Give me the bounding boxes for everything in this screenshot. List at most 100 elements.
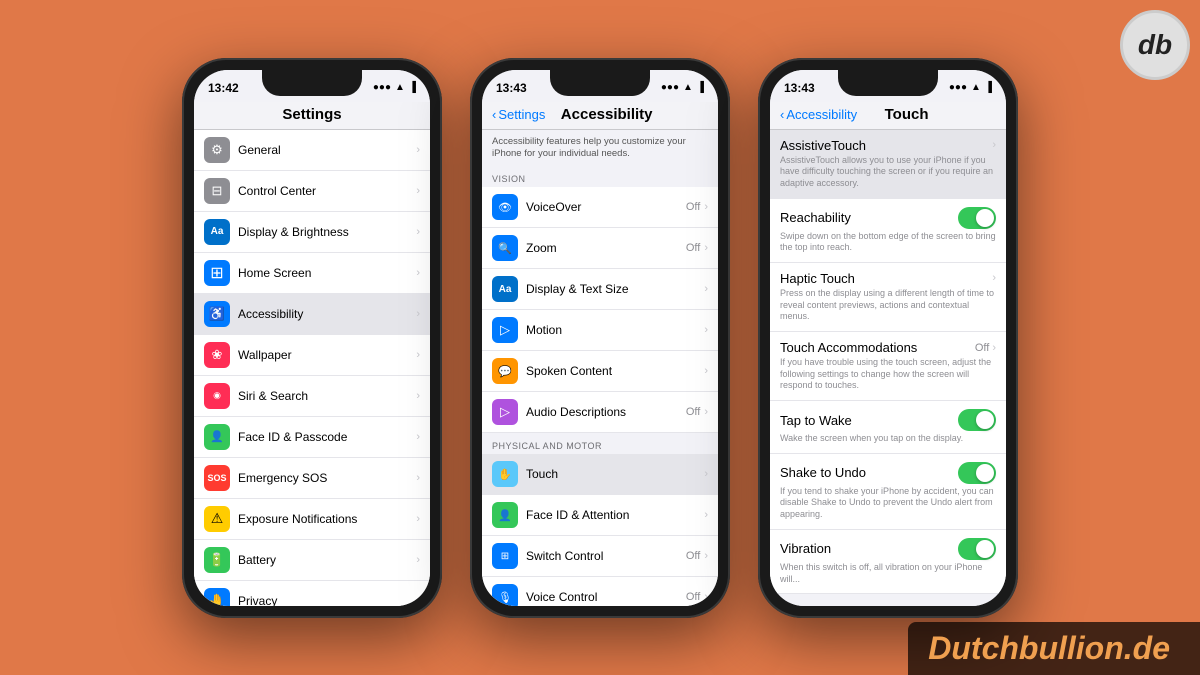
list-item[interactable]: ⊟ Control Center ›	[194, 171, 430, 212]
list-item-accessibility[interactable]: ♿ Accessibility ›	[194, 294, 430, 335]
list-item[interactable]: 🤚 Privacy ›	[194, 581, 430, 606]
list-item[interactable]: ◉ Siri & Search ›	[194, 376, 430, 417]
phone-3: 13:43 ●●● ▲ ▐ ‹ Accessibility Touch A	[758, 58, 1018, 618]
content-2[interactable]: Accessibility features help you customiz…	[482, 130, 718, 606]
item-label: Face ID & Attention	[526, 508, 704, 522]
list-item[interactable]: Aa Display & Text Size ›	[482, 269, 718, 310]
back-button-2[interactable]: ‹ Settings	[492, 107, 545, 122]
item-label: Voice Control	[526, 590, 686, 604]
list-item[interactable]: 👤 Face ID & Attention ›	[482, 495, 718, 536]
exposure-icon: ⚠	[204, 506, 230, 532]
assistivetouch-label: AssistiveTouch	[780, 138, 866, 153]
phones-container: 13:42 ●●● ▲ ▐ Settings ⚙ General › ⊟ Co	[162, 38, 1038, 638]
status-icons-3: ●●● ▲ ▐	[949, 82, 992, 93]
notch-1	[262, 70, 362, 96]
list-item[interactable]: 👤 Face ID & Passcode ›	[194, 417, 430, 458]
watermark-text: Dutchbullion.de	[928, 630, 1170, 666]
touchaccom-item[interactable]: Touch Accommodations Off › If you have t…	[770, 332, 1006, 401]
vibration-toggle[interactable]	[958, 538, 996, 560]
shaketoundo-label: Shake to Undo	[780, 465, 866, 480]
list-item[interactable]: 🔍 Zoom Off ›	[482, 228, 718, 269]
battery-icon: ▐	[409, 82, 416, 93]
content-3[interactable]: AssistiveTouch › AssistiveTouch allows y…	[770, 130, 1006, 606]
nav-title-1: Settings	[282, 106, 341, 123]
content-1[interactable]: ⚙ General › ⊟ Control Center › Aa Displa…	[194, 130, 430, 606]
list-item[interactable]: ⚠ Exposure Notifications ›	[194, 499, 430, 540]
item-value: Off	[686, 406, 700, 418]
chevron-icon: ›	[416, 308, 420, 320]
chevron-icon: ›	[416, 349, 420, 361]
touchaccom-value: Off	[975, 342, 989, 354]
notch-3	[838, 70, 938, 96]
zoom-icon: 🔍	[492, 235, 518, 261]
sos-icon: SOS	[204, 465, 230, 491]
list-item[interactable]: ⊞ Home Screen ›	[194, 253, 430, 294]
item-label: Display & Brightness	[238, 225, 416, 239]
touch-icon: ✋	[492, 461, 518, 487]
item-label: Spoken Content	[526, 364, 704, 378]
list-item-touch[interactable]: ✋ Touch ›	[482, 454, 718, 495]
list-item[interactable]: 💬 Spoken Content ›	[482, 351, 718, 392]
audiodesc-icon: ▷	[492, 399, 518, 425]
list-item[interactable]: ❀ Wallpaper ›	[194, 335, 430, 376]
shaketoundo-item[interactable]: Shake to Undo If you tend to shake your …	[770, 454, 1006, 530]
chevron-icon: ›	[416, 390, 420, 402]
item-label: Accessibility	[238, 307, 416, 321]
haptictouch-item[interactable]: Haptic Touch › Press on the display usin…	[770, 263, 1006, 332]
vibration-item[interactable]: Vibration When this switch is off, all v…	[770, 530, 1006, 594]
reachability-label: Reachability	[780, 210, 851, 225]
control-center-icon: ⊟	[204, 178, 230, 204]
chevron-icon: ›	[704, 283, 708, 295]
taptowake-item[interactable]: Tap to Wake Wake the screen when you tap…	[770, 401, 1006, 454]
spoken-icon: 💬	[492, 358, 518, 384]
battery-icon: ▐	[697, 82, 704, 93]
item-label: Wallpaper	[238, 348, 416, 362]
item-value: Off	[686, 550, 700, 562]
chevron-icon: ›	[416, 554, 420, 566]
list-item[interactable]: 👁 VoiceOver Off ›	[482, 187, 718, 228]
db-logo: db	[1120, 10, 1190, 80]
wallpaper-icon: ❀	[204, 342, 230, 368]
toggle-knob	[976, 540, 994, 558]
back-button-3[interactable]: ‹ Accessibility	[780, 107, 857, 122]
reachability-item[interactable]: Reachability Swipe down on the bottom ed…	[770, 199, 1006, 263]
chevron-icon: ›	[704, 509, 708, 521]
battery-settings-icon: 🔋	[204, 547, 230, 573]
signal-icon: ●●●	[949, 82, 967, 93]
faceidattn-icon: 👤	[492, 502, 518, 528]
list-item[interactable]: Aa Display & Brightness ›	[194, 212, 430, 253]
taptowake-toggle[interactable]	[958, 409, 996, 431]
chevron-icon: ›	[416, 226, 420, 238]
back-label-2: Settings	[498, 107, 545, 122]
haptictouch-label: Haptic Touch	[780, 271, 855, 286]
list-item[interactable]: ⚙ General ›	[194, 130, 430, 171]
privacy-icon: 🤚	[204, 588, 230, 606]
back-label-3: Accessibility	[786, 107, 857, 122]
haptictouch-desc: Press on the display using a different l…	[780, 288, 996, 323]
chevron-icon: ›	[704, 406, 708, 418]
shaketoundo-desc: If you tend to shake your iPhone by acci…	[780, 486, 996, 521]
list-item[interactable]: ▷ Motion ›	[482, 310, 718, 351]
chevron-icon: ›	[992, 272, 996, 284]
list-item[interactable]: ⊞ Switch Control Off ›	[482, 536, 718, 577]
item-value: Off	[686, 242, 700, 254]
chevron-icon: ›	[704, 201, 708, 213]
item-label: Home Screen	[238, 266, 416, 280]
list-item[interactable]: 🎙 Voice Control Off ›	[482, 577, 718, 605]
reachability-toggle[interactable]	[958, 207, 996, 229]
vibration-desc: When this switch is off, all vibration o…	[780, 562, 996, 585]
list-item[interactable]: ▷ Audio Descriptions Off ›	[482, 392, 718, 433]
chevron-icon: ›	[704, 324, 708, 336]
list-item[interactable]: SOS Emergency SOS ›	[194, 458, 430, 499]
phone-2: 13:43 ●●● ▲ ▐ ‹ Settings Accessibility A…	[470, 58, 730, 618]
vibration-label: Vibration	[780, 541, 831, 556]
assistivetouch-item[interactable]: AssistiveTouch › AssistiveTouch allows y…	[770, 130, 1006, 199]
shaketoundo-toggle[interactable]	[958, 462, 996, 484]
chevron-icon: ›	[416, 513, 420, 525]
list-item[interactable]: 🔋 Battery ›	[194, 540, 430, 581]
chevron-icon: ›	[416, 144, 420, 156]
item-label: General	[238, 143, 416, 157]
item-label: Emergency SOS	[238, 471, 416, 485]
switchctrl-icon: ⊞	[492, 543, 518, 569]
chevron-icon: ›	[416, 472, 420, 484]
